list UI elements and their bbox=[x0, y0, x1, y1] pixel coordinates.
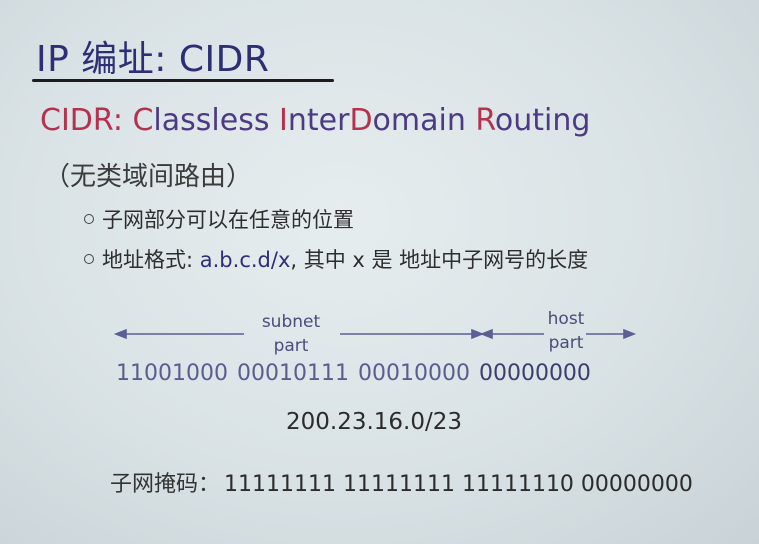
cidr-address: 200.23.16.0/23 bbox=[286, 409, 463, 435]
subnet-mask-value: 11111111 11111111 11111110 00000000 bbox=[224, 472, 693, 497]
host-label-line: part bbox=[548, 333, 584, 353]
right-arrowhead-icon bbox=[623, 328, 637, 340]
left-arrowhead-icon bbox=[479, 328, 493, 340]
host-label-line: host bbox=[547, 309, 585, 329]
octet: 00010000 bbox=[357, 361, 470, 386]
subnet-label-line: part bbox=[273, 336, 309, 356]
part-arrows bbox=[113, 328, 637, 340]
octet: 00010111 bbox=[236, 361, 349, 386]
octet: 00000000 bbox=[478, 361, 591, 386]
host-part-label: host part bbox=[540, 307, 592, 355]
subnet-mask: 子网掩码： 11111111 11111111 11111110 00000000 bbox=[110, 466, 693, 498]
binary-address: 11001000 00010111 00010000 00000000 bbox=[116, 361, 600, 386]
octet: 11001000 bbox=[116, 361, 228, 386]
subnet-label-line: subnet bbox=[261, 312, 321, 332]
subnet-part-label: subnet part bbox=[254, 310, 328, 358]
subnet-mask-label: 子网掩码： bbox=[110, 472, 221, 497]
left-arrowhead-icon bbox=[113, 328, 127, 340]
